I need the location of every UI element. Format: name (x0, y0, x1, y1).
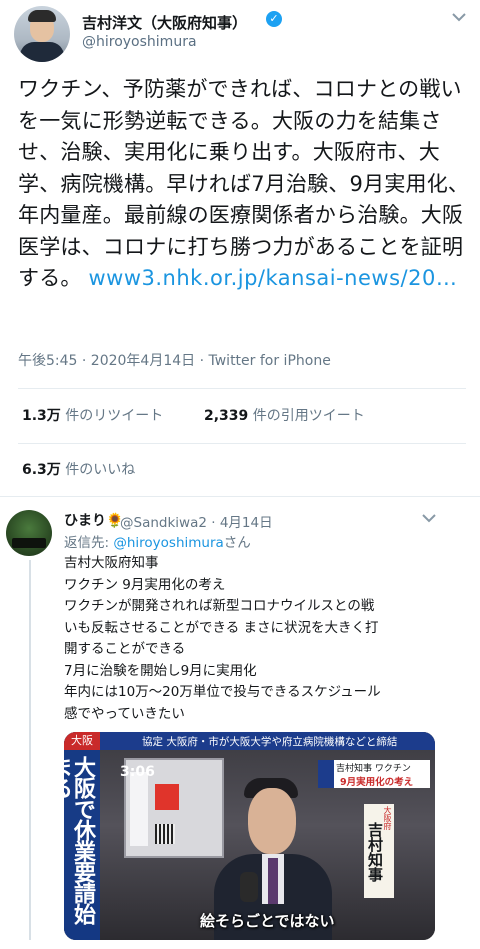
headline-line-1: 吉村知事 ワクチン (336, 761, 411, 774)
chevron-down-icon[interactable] (452, 10, 466, 26)
nameplate-name: 吉村知事 (366, 822, 384, 882)
tweet-timestamp[interactable]: 午後5:45 · 2020年4月14日 · Twitter for iPhone (18, 350, 331, 370)
reply-handle-date[interactable]: @Sandkiwa2 · 4月14日 (120, 511, 273, 531)
tweet-text: ワクチン、予防薬ができれば、コロナとの戦いを一気に形勢逆転できる。大阪の力を結集… (18, 74, 470, 295)
likes-label: 件のいいね (60, 462, 136, 478)
retweets-count: 1.3万 (22, 408, 61, 424)
reply-avatar[interactable] (6, 510, 52, 556)
divider (18, 388, 466, 389)
divider (18, 443, 466, 444)
headline-main: ワクチン (374, 764, 411, 774)
retweets-label: 件のリツイート (60, 408, 164, 424)
divider (0, 496, 480, 497)
quotes-count: 2,339 (204, 408, 249, 424)
chevron-down-icon[interactable] (422, 508, 436, 527)
retweets-stat[interactable]: 1.3万 件のリツイート (22, 405, 163, 425)
tweet-link[interactable]: www3.nhk.or.jp/kansai-news/20… (89, 266, 458, 290)
replying-to: 返信先: @hiroyoshimuraさん (64, 531, 251, 551)
reply-line: ワクチンが開発されれば新型コロナウイルスとの戦 (64, 598, 375, 614)
reply-text: 吉村大阪府知事 ワクチン 9月実用化の考え ワクチンが開発されれば新型コロナウイ… (64, 553, 446, 725)
video-clock: 3:06 (120, 764, 155, 780)
microphone (240, 872, 258, 902)
headline-sub: 9月実用化の考え (340, 777, 414, 788)
speaker-face (248, 788, 296, 854)
thread-line (29, 560, 31, 940)
author-handle[interactable]: @hiroyoshimura (82, 34, 197, 50)
reply-line: ワクチン 9月実用化の考え (64, 576, 226, 593)
vertical-caption: 大阪で休業要請始まる (64, 756, 95, 924)
author-name[interactable]: 吉村洋文（大阪府知事） (82, 12, 247, 33)
reply-to-link[interactable]: @hiroyoshimura (113, 535, 223, 551)
headline-small: 吉村知事 (336, 764, 373, 774)
verified-check-icon: ✓ (266, 11, 282, 27)
video-subtitle: 絵そらごとではない (200, 912, 335, 930)
clock-board (130, 772, 148, 846)
speaker-tie (268, 858, 278, 904)
author-avatar[interactable] (14, 6, 70, 62)
likes-stat[interactable]: 6.3万 件のいいね (22, 459, 135, 479)
reply-line: 吉村大阪府知事 (64, 555, 159, 571)
reply-line: 年内には10万～20万単位で投与できるスケジュール (64, 684, 381, 700)
reply-line: 感でやっていきたい (64, 705, 185, 722)
tweet-body: ワクチン、予防薬ができれば、コロナとの戦いを一気に形勢逆転できる。大阪の力を結集… (18, 77, 470, 290)
corner-tag: 大阪 (64, 732, 100, 750)
reply-line: 7月に治験を開始し9月に実用化 (64, 662, 257, 679)
qr-code (155, 824, 175, 844)
quotes-stat[interactable]: 2,339 件の引用ツイート (204, 405, 365, 425)
attached-image[interactable]: 大阪 協定 大阪府・市が大阪大学や府立病院機構などと締結 3:06 大阪で休業要… (64, 732, 435, 940)
reply-author-name[interactable]: ひまり🌻 (64, 510, 123, 530)
reply-prefix: 返信先: (64, 535, 114, 551)
red-sign (155, 784, 179, 810)
reply-suffix: さん (223, 535, 251, 551)
likes-count: 6.3万 (22, 462, 61, 478)
quotes-label: 件の引用ツイート (248, 408, 365, 424)
headline-tag (318, 760, 334, 788)
reply-line: 開することができる (64, 641, 186, 657)
reply-line: いも反転させることができる まさに状況を大きく打 (64, 619, 379, 636)
banner-text: 協定 大阪府・市が大阪大学や府立病院機構などと締結 (142, 736, 398, 748)
